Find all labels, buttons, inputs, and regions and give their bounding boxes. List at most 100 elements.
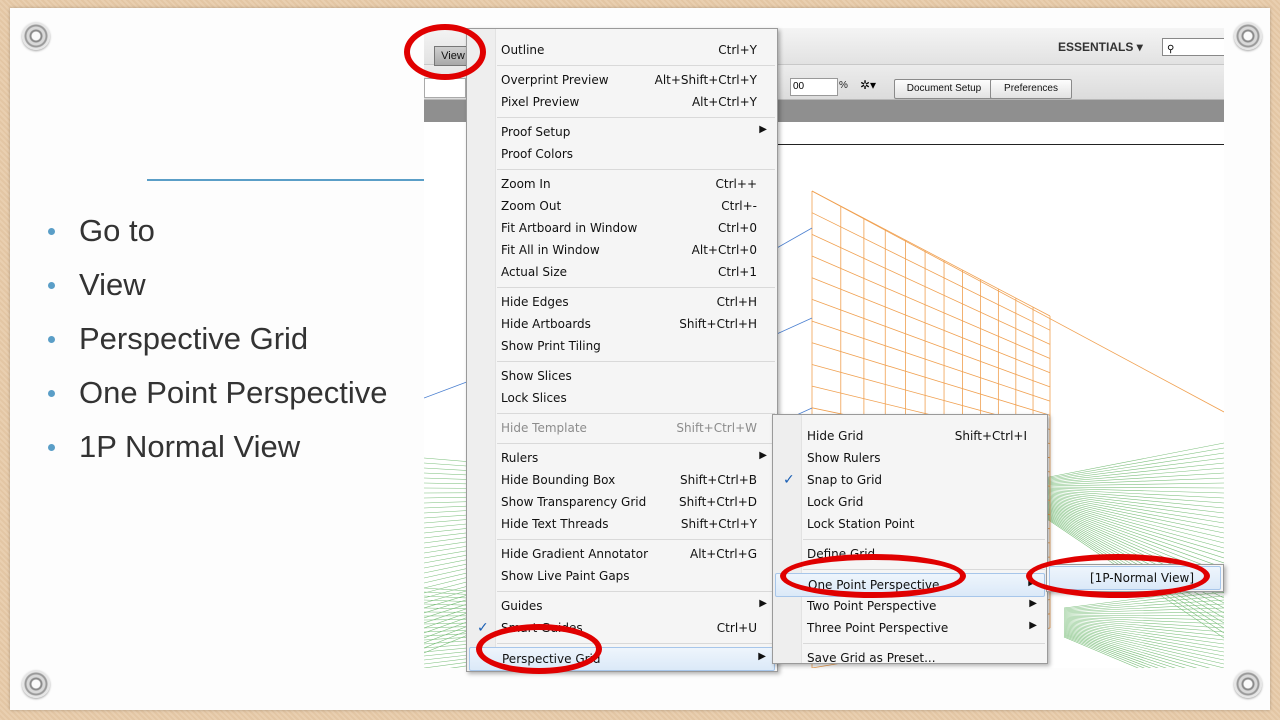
menu-item-label: Hide Template — [501, 421, 587, 435]
menu-item-label: Snap to Grid — [807, 473, 883, 487]
rivet-decoration — [1234, 670, 1262, 698]
menu-item-label: Lock Station Point — [807, 517, 915, 531]
menu-item-snap-to-grid[interactable]: ✓ Snap to Grid — [775, 469, 1045, 491]
preferences-button[interactable]: Preferences — [990, 79, 1072, 99]
menu-item-hide-bounding-box[interactable]: Hide Bounding Box Shift+Ctrl+B — [469, 469, 775, 491]
menu-separator — [497, 413, 775, 414]
menu-item-label: Fit Artboard in Window — [501, 221, 638, 235]
menu-item-shortcut: Ctrl++ — [715, 177, 757, 191]
menu-item-label: Proof Setup — [501, 125, 571, 139]
menu-separator — [497, 117, 775, 118]
menu-item-hide-grid[interactable]: Hide Grid Shift+Ctrl+I — [775, 425, 1045, 447]
menu-separator — [497, 287, 775, 288]
view-menu: Outline Ctrl+Y Overprint Preview Alt+Shift+… — [466, 28, 778, 672]
submenu-arrow-icon: ▶ — [758, 651, 766, 662]
menu-item-show-rulers[interactable]: Show Rulers — [775, 447, 1045, 469]
menu-item-label: Fit All in Window — [501, 243, 600, 257]
menu-item-shortcut: Ctrl+Y — [718, 43, 757, 57]
workspace-switcher[interactable]: ESSENTIALS ▾ — [1058, 40, 1143, 54]
menu-item-shortcut: Shift+Ctrl+Y — [680, 517, 757, 531]
menu-item-zoom-in[interactable]: Zoom In Ctrl++ — [469, 173, 775, 195]
menu-item-show-print-tiling[interactable]: Show Print Tiling — [469, 335, 775, 357]
menu-item-label: Proof Colors — [501, 147, 573, 161]
menu-item-proof-setup[interactable]: Proof Setup ▶ — [469, 121, 775, 143]
menu-item-label: Hide Artboards — [501, 317, 591, 331]
bullet-dot-icon — [48, 335, 55, 343]
bullet-dot-icon — [48, 443, 55, 451]
menu-item-label: Overprint Preview — [501, 73, 609, 87]
bullet-dot-icon — [48, 281, 55, 289]
menu-item-shortcut: Ctrl+0 — [717, 221, 757, 235]
menu-item-hide-edges[interactable]: Hide Edges Ctrl+H — [469, 291, 775, 313]
menu-separator — [497, 65, 775, 66]
menu-item-label: Hide Grid — [807, 429, 864, 443]
submenu-arrow-icon: ▶ — [1029, 598, 1037, 609]
menu-item-shortcut: Ctrl+H — [716, 295, 757, 309]
menu-separator — [803, 539, 1045, 540]
menu-item-label: Zoom In — [501, 177, 551, 191]
menu-separator — [497, 361, 775, 362]
menu-item-label: Three Point Perspective — [807, 621, 949, 635]
menu-item-label: Show Print Tiling — [501, 339, 601, 353]
highlight-ellipse — [1026, 554, 1210, 598]
highlight-ellipse — [476, 624, 602, 674]
menu-item-shortcut: Shift+Ctrl+I — [954, 429, 1027, 443]
menu-separator — [497, 443, 775, 444]
menu-item-label: Lock Slices — [501, 391, 567, 405]
menu-item-hide-template: Hide Template Shift+Ctrl+W — [469, 417, 775, 439]
menu-item-label: Lock Grid — [807, 495, 864, 509]
menu-item-label: Guides — [501, 599, 543, 613]
menu-item-label: Save Grid as Preset... — [807, 651, 936, 665]
menu-item-actual-size[interactable]: Actual Size Ctrl+1 — [469, 261, 775, 283]
menu-separator — [497, 591, 775, 592]
menu-item-lock-station-point[interactable]: Lock Station Point — [775, 513, 1045, 535]
menu-item-three-point-perspective[interactable]: Three Point Perspective ▶ — [775, 617, 1045, 639]
menu-item-show-slices[interactable]: Show Slices — [469, 365, 775, 387]
control-input[interactable] — [424, 78, 466, 98]
search-input[interactable]: ⚲ — [1162, 38, 1224, 56]
menu-item-hide-gradient-annotator[interactable]: Hide Gradient Annotator Alt+Ctrl+G — [469, 543, 775, 565]
menu-item-label: Actual Size — [501, 265, 568, 279]
menu-item-rulers[interactable]: Rulers ▶ — [469, 447, 775, 469]
selection-tool-icon[interactable]: ✲▾ — [860, 78, 876, 92]
menu-item-label: Hide Text Threads — [501, 517, 609, 531]
menu-item-shortcut: Ctrl+1 — [717, 265, 757, 279]
menu-item-outline[interactable]: Outline Ctrl+Y — [469, 39, 775, 61]
submenu-arrow-icon: ▶ — [759, 124, 767, 135]
menu-item-label: Rulers — [501, 451, 539, 465]
title-divider — [147, 179, 437, 181]
menu-item-label: Pixel Preview — [501, 95, 580, 109]
menu-item-fit-artboard-in-window[interactable]: Fit Artboard in Window Ctrl+0 — [469, 217, 775, 239]
menu-item-save-grid-as-preset[interactable]: Save Grid as Preset... — [775, 647, 1045, 669]
document-setup-button[interactable]: Document Setup — [894, 79, 994, 99]
menu-item-shortcut: Alt+Ctrl+Y — [691, 95, 757, 109]
bullet-item: Perspective Grid — [48, 312, 387, 366]
highlight-ellipse — [404, 24, 486, 80]
menu-item-hide-artboards[interactable]: Hide Artboards Shift+Ctrl+H — [469, 313, 775, 335]
menu-item-overprint-preview[interactable]: Overprint Preview Alt+Shift+Ctrl+Y — [469, 69, 775, 91]
rivet-decoration — [22, 22, 50, 50]
rivet-decoration — [22, 670, 50, 698]
search-icon: ⚲ — [1167, 44, 1175, 55]
menu-item-show-live-paint-gaps[interactable]: Show Live Paint Gaps — [469, 565, 775, 587]
bullet-dot-icon — [48, 389, 55, 397]
menu-item-two-point-perspective[interactable]: Two Point Perspective ▶ — [775, 595, 1045, 617]
menu-item-zoom-out[interactable]: Zoom Out Ctrl+- — [469, 195, 775, 217]
menu-item-proof-colors[interactable]: Proof Colors — [469, 143, 775, 165]
menu-item-label: Hide Gradient Annotator — [501, 547, 649, 561]
menu-item-guides[interactable]: Guides ▶ — [469, 595, 775, 617]
submenu-arrow-icon: ▶ — [759, 598, 767, 609]
bullet-list: Go to View Perspective Grid One Point Pe… — [48, 204, 387, 474]
menu-item-show-transparency-grid[interactable]: Show Transparency Grid Shift+Ctrl+D — [469, 491, 775, 513]
menu-item-label: Show Slices — [501, 369, 572, 383]
menu-item-hide-text-threads[interactable]: Hide Text Threads Shift+Ctrl+Y — [469, 513, 775, 535]
menu-item-shortcut: Ctrl+U — [716, 621, 757, 635]
bullet-item: Go to — [48, 204, 387, 258]
menu-item-lock-grid[interactable]: Lock Grid — [775, 491, 1045, 513]
menu-item-label: Show Rulers — [807, 451, 881, 465]
menu-item-fit-all-in-window[interactable]: Fit All in Window Alt+Ctrl+0 — [469, 239, 775, 261]
menu-item-label: Show Transparency Grid — [501, 495, 647, 509]
zoom-field[interactable]: 00 — [790, 78, 838, 96]
menu-item-pixel-preview[interactable]: Pixel Preview Alt+Ctrl+Y — [469, 91, 775, 113]
menu-item-lock-slices[interactable]: Lock Slices — [469, 387, 775, 409]
